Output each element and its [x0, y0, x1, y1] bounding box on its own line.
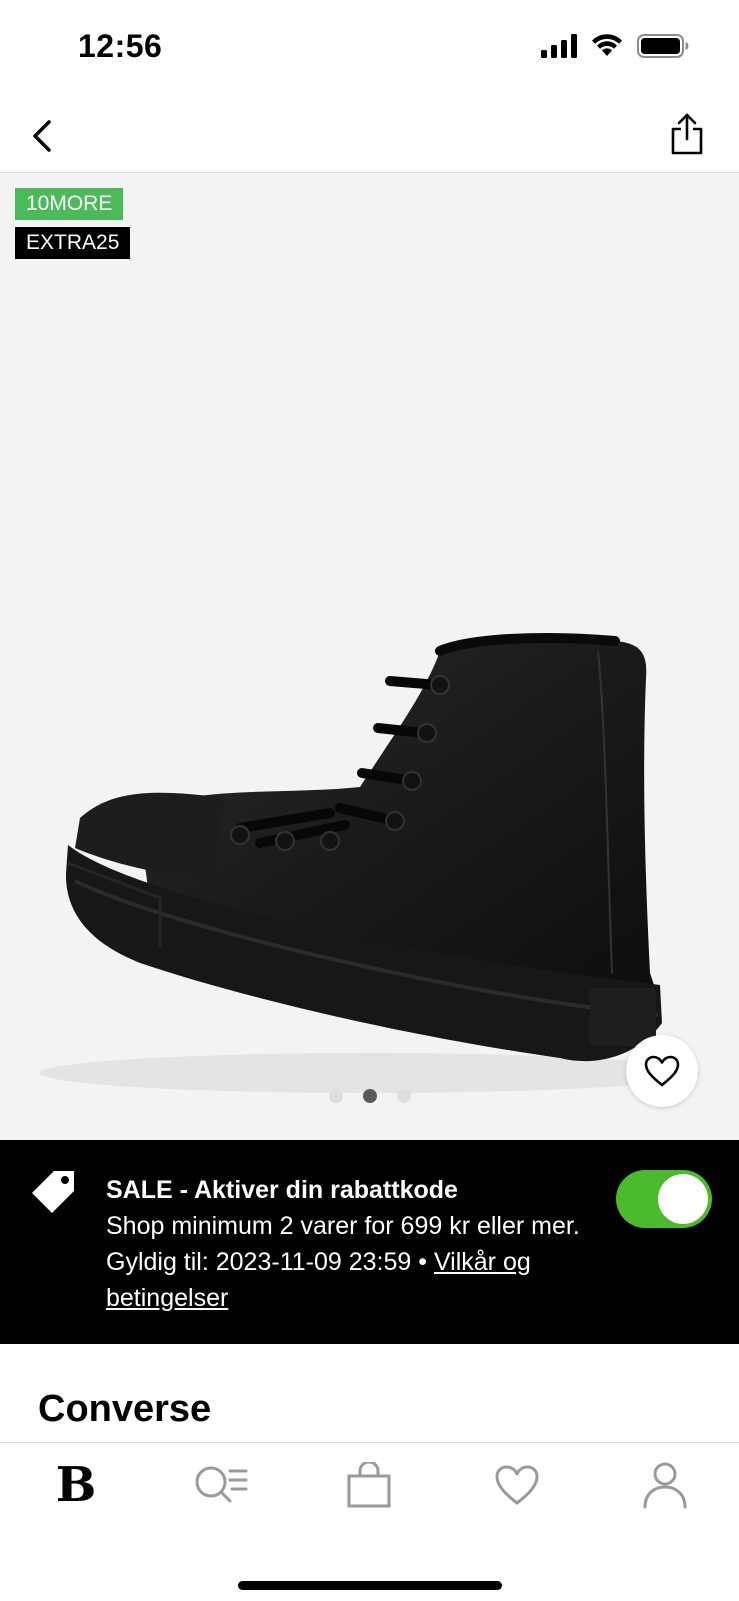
- pagination-dot-active[interactable]: [362, 1089, 377, 1103]
- back-button[interactable]: [18, 112, 66, 160]
- share-button[interactable]: [663, 108, 711, 160]
- promo-text: SALE - Aktiver din rabattkode Shop minim…: [106, 1172, 586, 1316]
- tab-account[interactable]: [625, 1455, 705, 1515]
- discount-toggle[interactable]: [616, 1170, 712, 1228]
- discount-code-banner: SALE - Aktiver din rabattkode Shop minim…: [0, 1140, 739, 1344]
- wifi-icon: [592, 34, 622, 56]
- battery-icon: [637, 34, 689, 58]
- tab-home[interactable]: B: [36, 1455, 116, 1515]
- toggle-knob: [658, 1174, 708, 1224]
- promo-title: SALE - Aktiver din rabattkode: [106, 1176, 458, 1204]
- tab-favorites[interactable]: [477, 1455, 557, 1515]
- gallery-pagination: [0, 1089, 739, 1103]
- home-indicator: [238, 1581, 502, 1590]
- navigation-bar: [0, 98, 739, 173]
- brand-name[interactable]: Converse: [38, 1388, 211, 1431]
- user-icon: [643, 1462, 687, 1509]
- pagination-dot[interactable]: [396, 1089, 411, 1103]
- search-list-icon: [195, 1466, 248, 1503]
- pagination-dot[interactable]: [328, 1089, 343, 1103]
- status-bar: 12:56: [0, 0, 739, 98]
- chevron-left-icon: [33, 120, 51, 152]
- promo-badge-extra25: EXTRA25: [15, 227, 131, 259]
- tab-bag[interactable]: [329, 1455, 409, 1515]
- status-icons: [541, 34, 689, 58]
- brand-logo-icon: B: [55, 1457, 97, 1513]
- heart-icon: [644, 1055, 680, 1087]
- status-time: 12:56: [78, 28, 163, 64]
- product-info: Converse: [0, 1344, 739, 1442]
- price-tag-icon: [32, 1171, 74, 1213]
- product-image-gallery[interactable]: 10MORE EXTRA25: [0, 173, 739, 1140]
- product-image: [40, 633, 700, 1093]
- shopping-bag-icon: [347, 1462, 391, 1508]
- bottom-tab-bar: B: [0, 1442, 739, 1601]
- cellular-signal-icon: [541, 34, 577, 58]
- heart-icon: [495, 1465, 539, 1505]
- share-icon: [671, 113, 703, 155]
- tab-search[interactable]: [180, 1455, 260, 1515]
- favorite-button[interactable]: [626, 1035, 698, 1107]
- promo-badge-10more: 10MORE: [15, 188, 124, 220]
